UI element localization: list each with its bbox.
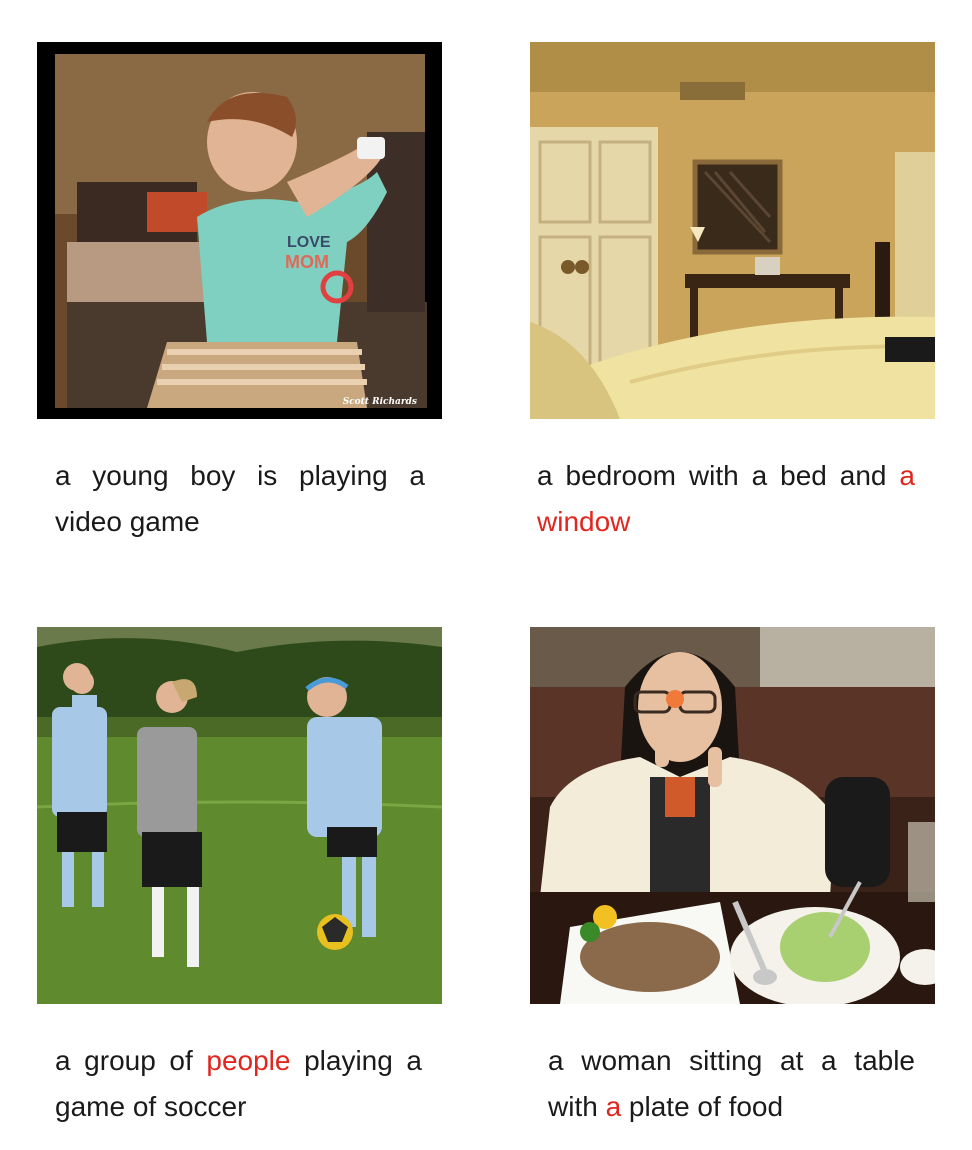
caption-boy: a young boy is playing a video game: [55, 453, 425, 545]
shirt-text-mom: MOM: [285, 252, 329, 272]
caption-woman: a woman sitting at a table with a plate …: [548, 1038, 915, 1130]
caption-text: a young boy is playing a video game: [55, 460, 425, 537]
caption-text: a group of: [55, 1045, 207, 1076]
caption-text: a bedroom with a bed and: [537, 460, 900, 491]
shirt-text-love: LOVE: [287, 234, 331, 251]
caption-highlight: people: [206, 1045, 291, 1076]
caption-soccer: a group of people playing a game of socc…: [55, 1038, 422, 1130]
caption-highlight: a: [605, 1091, 622, 1122]
caption-text: plate of food: [621, 1091, 784, 1122]
photo-woman-food: [530, 627, 935, 1004]
photo-soccer: [37, 627, 442, 1004]
photo-boy-video-game: LOVE MOM Scott Richards: [37, 42, 442, 419]
photo-bedroom: [530, 42, 935, 419]
photo-watermark: Scott Richards: [343, 397, 417, 407]
caption-bedroom: a bedroom with a bed and a window: [537, 453, 915, 545]
